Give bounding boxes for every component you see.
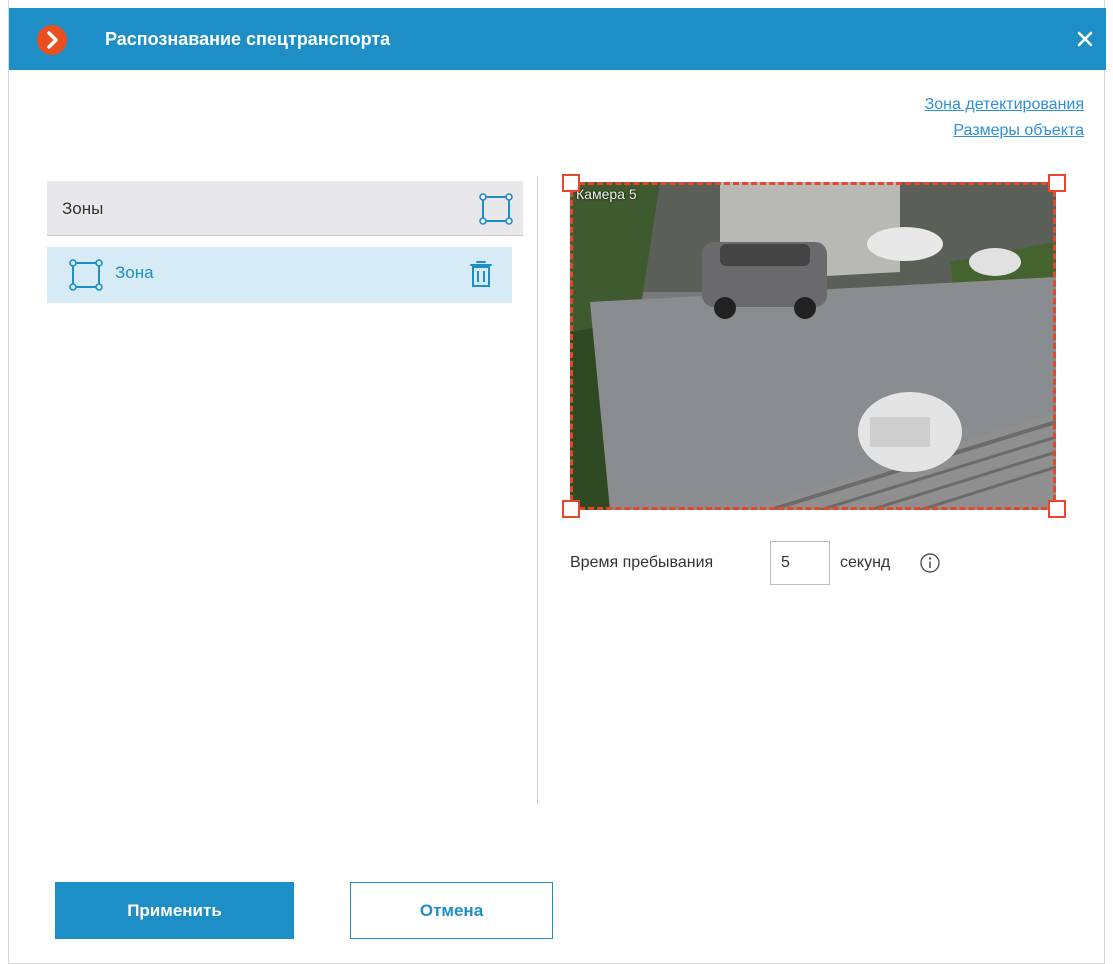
panel-divider [537,176,538,804]
camera-preview: Камера 5 [562,174,1066,518]
window-title: Распознавание спецтранспорта [105,29,391,49]
zone-handle-top-left[interactable] [562,174,580,192]
camera-frame-image: Камера 5 [570,182,1056,510]
zone-handle-top-right[interactable] [1048,174,1066,192]
zone-shape-icon [69,259,103,296]
dwell-time-input[interactable] [770,541,830,585]
zone-list-item[interactable]: Зона [47,247,512,303]
settings-links: Зона детектирования Размеры объекта [925,92,1084,144]
zone-handle-bottom-right[interactable] [1048,500,1066,518]
zones-header: Зоны [47,181,523,236]
apply-button[interactable]: Применить [55,882,294,939]
camera-label: Камера 5 [576,186,637,202]
close-icon[interactable] [1074,28,1096,50]
trash-icon[interactable] [469,259,493,294]
add-zone-icon[interactable] [479,193,513,230]
app-logo-icon [37,25,67,55]
zone-item-label: Зона [115,263,154,282]
title-bar: Распознавание спецтранспорта [9,8,1106,70]
dwell-time-label: Время пребывания [570,554,714,571]
dwell-time-unit: секунд [840,554,891,571]
object-size-link[interactable]: Размеры объекта [925,118,1084,144]
zones-header-label: Зоны [62,199,104,218]
detection-zone-link[interactable]: Зона детектирования [925,92,1084,118]
info-icon[interactable] [919,552,941,579]
cancel-button[interactable]: Отмена [350,882,553,939]
zone-handle-bottom-left[interactable] [562,500,580,518]
